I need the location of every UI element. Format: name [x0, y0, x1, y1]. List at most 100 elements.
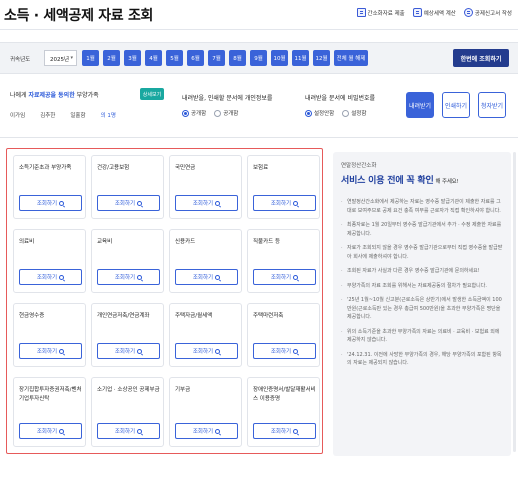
top-links: 간소화자료 제출 예상세액 계산 공제신고서 작성 [356, 8, 512, 17]
card-search-button[interactable]: 조회하기 [19, 423, 82, 439]
deduction-card: 소기업 · 소상공인 공제부금 조회하기 [91, 377, 164, 447]
search-icon [59, 200, 65, 206]
search-icon [137, 428, 143, 434]
notice-list: 연말정산간소화에서 제공하는 자료는 영수증 발급기관이 제출한 자료를 그대로… [341, 198, 503, 368]
radio-label: 설정함 [351, 111, 367, 117]
search-all-button[interactable]: 한번에 조회하기 [453, 49, 509, 67]
deduction-items-grid: 소득기준초과 부양가족 조회하기 건강/고용보험 조회하기 국민연금 조회하기 … [6, 148, 323, 454]
month-button-12[interactable]: 12월 [313, 50, 330, 66]
month-button-9[interactable]: 9월 [250, 50, 267, 66]
personal-info-heading: 내려받을, 인쇄할 문서에 개인정보를 [182, 95, 273, 102]
card-search-button[interactable]: 조회하기 [253, 343, 316, 359]
card-search-button[interactable]: 조회하기 [253, 423, 316, 439]
search-icon [137, 274, 143, 280]
card-search-button[interactable]: 조회하기 [175, 195, 238, 211]
card-search-button[interactable]: 조회하기 [175, 269, 238, 285]
year-label: 귀속년도 [10, 57, 31, 63]
year-select[interactable]: 2025년 ▾ [44, 50, 77, 66]
card-title: 교육비 [97, 239, 113, 245]
month-button-1[interactable]: 1월 [82, 50, 99, 66]
personal-info-option-public[interactable]: 공개함 [182, 109, 206, 117]
card-search-button[interactable]: 조회하기 [19, 269, 82, 285]
card-search-button[interactable]: 조회하기 [175, 343, 238, 359]
card-title: 소기업 · 소상공인 공제부금 [97, 387, 160, 393]
top-link-label: 간소화자료 제출 [367, 10, 405, 17]
month-button-3[interactable]: 3월 [124, 50, 141, 66]
year-value: 2025년 [50, 57, 70, 63]
clear-all-months-button[interactable]: 전체 월 해제 [334, 50, 368, 66]
button-label: 조회하기 [36, 275, 58, 281]
button-label: 조회하기 [114, 349, 136, 355]
form-icon [463, 8, 473, 17]
notice-item: 위의 소득기준을 초과한 부양가족의 자료는 의료비 · 교육비 · 보험료 외… [341, 328, 503, 345]
deduction-card: 현금영수증 조회하기 [13, 303, 86, 367]
card-search-button[interactable]: 조회하기 [97, 195, 160, 211]
notice-title-main: 서비스 이용 전에 꼭 확인 [341, 176, 434, 186]
page-title: 소득 · 세액공제 자료 조회 [4, 8, 154, 24]
month-button-10[interactable]: 10월 [271, 50, 288, 66]
card-title: 국민연금 [175, 165, 196, 171]
estimated-tax-link[interactable]: 예상세액 계산 [412, 8, 456, 17]
month-button-8[interactable]: 8월 [229, 50, 246, 66]
search-icon [293, 200, 299, 206]
search-icon [59, 428, 65, 434]
download-button[interactable]: 내려받기 [406, 92, 434, 118]
consent-heading-suffix: 부양가족 [74, 92, 99, 99]
doc-icon [356, 8, 366, 17]
month-button-2[interactable]: 2월 [103, 50, 120, 66]
card-search-button[interactable]: 조회하기 [97, 343, 160, 359]
deduction-card: 장기집합투자증권저축/벤처기업투자신탁 조회하기 [13, 377, 86, 447]
search-icon [137, 200, 143, 206]
card-title: 개인연금저축/연금계좌 [97, 313, 150, 319]
notice-panel: 연말정산간소화 서비스 이용 전에 꼭 확인해 주세요! 연말정산간소화에서 제… [333, 152, 511, 456]
month-button-7[interactable]: 7월 [208, 50, 225, 66]
detail-view-button[interactable]: 상세보기 [140, 88, 164, 100]
search-icon [215, 428, 221, 434]
month-button-4[interactable]: 4월 [145, 50, 162, 66]
card-title: 보험료 [253, 165, 269, 171]
card-search-button[interactable]: 조회하기 [253, 269, 316, 285]
card-search-button[interactable]: 조회하기 [253, 195, 316, 211]
password-option-none[interactable]: 설정안함 [305, 109, 334, 117]
receive-button[interactable]: 청자받기 [478, 92, 506, 118]
card-title: 의료비 [19, 239, 35, 245]
deduction-card: 소득기준초과 부양가족 조회하기 [13, 155, 86, 219]
personal-info-option-private[interactable]: 공개함 [214, 109, 238, 117]
search-icon [293, 428, 299, 434]
calculator-icon [412, 8, 422, 17]
password-option-set[interactable]: 설정함 [342, 109, 366, 117]
notice-item: 조회된 자료가 사실과 다른 경우 영수증 발급기관에 문의하세요! [341, 267, 503, 276]
month-button-11[interactable]: 11월 [292, 50, 309, 66]
page-scrollbar[interactable] [513, 152, 516, 452]
notice-item: 최종자료는 1월 20일부터 영수증 발급기관에서 추가 · 수정 제출한 자료… [341, 221, 503, 238]
search-icon [215, 348, 221, 354]
card-search-button[interactable]: 조회하기 [19, 195, 82, 211]
deduction-form-link[interactable]: 공제신고서 작성 [463, 8, 512, 17]
print-button[interactable]: 인쇄하기 [442, 92, 470, 118]
deduction-card: 신용카드 조회하기 [169, 229, 242, 293]
top-link-label: 공제신고서 작성 [474, 10, 512, 17]
card-search-button[interactable]: 조회하기 [97, 269, 160, 285]
dependent-names: 이가임 김추한 일홀함 의 1명 [10, 111, 116, 119]
options-panel: 나에게 자료제공을 동의한 부양가족 상세보기 이가임 김추한 일홀함 의 1명… [0, 80, 518, 138]
button-label: 조회하기 [192, 429, 214, 435]
card-search-button[interactable]: 조회하기 [19, 343, 82, 359]
deduction-card: 개인연금저축/연금계좌 조회하기 [91, 303, 164, 367]
deduction-card: 의료비 조회하기 [13, 229, 86, 293]
month-button-6[interactable]: 6월 [187, 50, 204, 66]
month-button-5[interactable]: 5월 [166, 50, 183, 66]
deduction-card: 주택자금/월세액 조회하기 [169, 303, 242, 367]
card-title: 직불카드 등 [253, 239, 281, 245]
card-search-button[interactable]: 조회하기 [175, 423, 238, 439]
button-label: 조회하기 [114, 201, 136, 207]
deduction-card: 직불카드 등 조회하기 [247, 229, 320, 293]
search-icon [137, 348, 143, 354]
submit-simplified-data-link[interactable]: 간소화자료 제출 [356, 8, 405, 17]
button-label: 조회하기 [192, 275, 214, 281]
card-search-button[interactable]: 조회하기 [97, 423, 160, 439]
radio-unchecked-icon [214, 109, 222, 117]
dependent-name: 김추한 [40, 113, 56, 119]
card-title: 소득기준초과 부양가족 [19, 165, 72, 171]
card-title: 건강/고용보험 [97, 165, 130, 171]
button-label: 조회하기 [36, 429, 58, 435]
